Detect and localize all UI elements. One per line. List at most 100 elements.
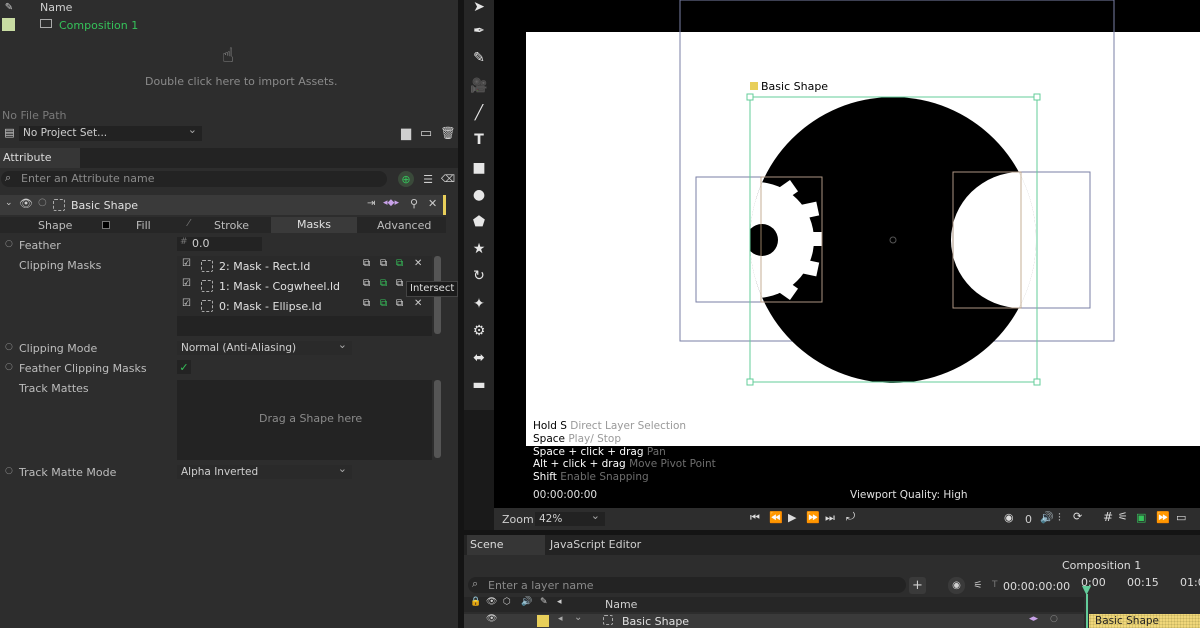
star-tool-icon[interactable]: ★ (470, 240, 488, 258)
mask-remove-icon[interactable]: ✕ (414, 258, 422, 269)
import-hint[interactable]: Double click here to import Assets. (145, 75, 337, 88)
line-tool-icon[interactable]: ╱ (470, 104, 488, 122)
filter-icon[interactable]: ☰ (420, 171, 436, 187)
collapse-icon[interactable]: ⌄ (5, 198, 13, 208)
mask-mode-intersect-icon[interactable]: ⧉ (396, 298, 403, 309)
layer-keyframe-icon[interactable]: ◂▸ (1029, 614, 1038, 624)
attribute-search-input[interactable]: ⌕ Enter an Attribute name (1, 171, 387, 187)
add-attribute-icon[interactable]: ⊕ (398, 171, 414, 187)
tab-scene-window[interactable]: Scene Window (467, 535, 545, 571)
effect-column-icon[interactable]: ✎ (540, 597, 548, 607)
gear-tool-icon[interactable]: ⚙ (470, 322, 488, 340)
layer-header[interactable]: ⌄ 👁 ○ Basic Shape ⇥ ◂◆▸ ⚲ ✕ (0, 195, 446, 215)
mask-enabled-icon[interactable]: ☑ (182, 258, 191, 269)
timeline-timecode[interactable]: 00:00:00:00 (1003, 580, 1070, 593)
pen-tool-icon[interactable]: ✒ (470, 22, 488, 40)
keyframe-nav-icon[interactable]: ◂◆▸ (383, 198, 399, 208)
audio-icon[interactable]: 🔊 (1040, 511, 1054, 524)
folder-icon[interactable]: ▆ (398, 125, 414, 141)
timeline-options-icon[interactable]: ⚟ (971, 578, 985, 592)
layer-search-input[interactable]: ⌕ Enter a layer name (468, 577, 906, 593)
mask-row[interactable]: ☑ 1: Mask - Cogwheel.ld ⧉ ⧉ ⧉ (177, 276, 432, 296)
mask-mode-add-icon[interactable]: ⧉ (363, 278, 370, 289)
play-icon[interactable]: ▶ (788, 511, 796, 524)
layer-solo-icon[interactable]: ○ (1050, 614, 1058, 624)
solo-mode-icon[interactable]: ◉ (948, 577, 965, 594)
mask-row[interactable]: ☑ 2: Mask - Rect.ld ⧉ ⧉ ⧉ ✕ (177, 256, 432, 276)
rectangle-tool-icon[interactable]: ■ (470, 159, 488, 177)
visibility-icon[interactable]: 👁 (19, 197, 33, 210)
mask-mode-add-icon[interactable]: ⧉ (363, 298, 370, 309)
tab-fill[interactable]: Fill (136, 219, 151, 232)
solo-icon[interactable]: ○ (38, 197, 47, 208)
layer-matte-icon[interactable]: ◂ (558, 614, 563, 624)
mask-enabled-icon[interactable]: ☑ (182, 298, 191, 309)
tab-javascript-editor[interactable]: JavaScript Editor (550, 535, 641, 555)
add-layer-button[interactable]: + (909, 577, 926, 594)
track-mattes-scrollbar[interactable] (433, 380, 442, 460)
monitor-icon[interactable]: ▭ (418, 125, 434, 141)
pin-icon[interactable]: ✎ (2, 0, 16, 14)
camera-tool-icon[interactable]: 🎥 (470, 77, 488, 95)
grid-icon[interactable]: # (1103, 510, 1113, 524)
mask-enabled-icon[interactable]: ☑ (182, 278, 191, 289)
feather-input[interactable]: # 0.0 (177, 237, 262, 251)
snap-icon[interactable]: ⚟ (1118, 510, 1128, 523)
refresh-icon[interactable]: ⟳ (1073, 510, 1082, 523)
tab-attribute-editor[interactable]: Attribute Editor (0, 148, 80, 184)
pin-layer-icon[interactable]: ⚲ (410, 197, 418, 210)
layer-mode-icon[interactable]: ⇥ (367, 198, 375, 209)
tab-stroke[interactable]: Stroke (214, 219, 249, 232)
step-forward-icon[interactable]: ⏩ (806, 511, 820, 524)
loop-icon[interactable]: ⤾ (846, 510, 855, 524)
display-mode-icon[interactable]: ▣ (1136, 511, 1146, 524)
tab-masks[interactable]: Masks (271, 217, 357, 233)
text-tool-icon[interactable]: T (470, 131, 488, 149)
clear-icon[interactable]: ⌫ (440, 171, 456, 187)
layer-row[interactable]: 👁 ◂ ⌄ Basic Shape ◂▸ ○ (464, 612, 1084, 628)
tab-advanced[interactable]: Advanced (377, 219, 431, 232)
polygon-tool-icon[interactable]: ⬟ (470, 213, 488, 231)
eye-icon[interactable]: 👁 (486, 597, 497, 607)
sparkle-tool-icon[interactable]: ✦ (470, 295, 488, 313)
step-back-icon[interactable]: ⏪ (769, 511, 783, 524)
feather-clipping-checkbox[interactable]: ✓ (177, 360, 191, 374)
trash-icon[interactable]: 🗑 (440, 125, 456, 141)
ellipse-tool-icon[interactable]: ● (470, 186, 488, 204)
select-tool-icon[interactable]: ➤ (470, 0, 488, 16)
feather-radio-icon[interactable]: ○ (5, 239, 13, 249)
project-list-icon[interactable]: ▤ (3, 126, 16, 139)
mask-remove-icon[interactable]: ✕ (414, 298, 422, 309)
project-select[interactable]: No Project Set... (19, 123, 202, 141)
mask-row[interactable]: ☑ 0: Mask - Ellipse.ld ⧉ ⧉ ⧉ ✕ (177, 296, 432, 316)
record-icon[interactable]: ◉ (1004, 511, 1014, 524)
resize-tool-icon[interactable]: ⬌ (470, 349, 488, 367)
mask-mode-subtract-icon[interactable]: ⧉ (380, 278, 387, 289)
mask-mode-subtract-icon[interactable]: ⧉ (380, 258, 387, 269)
layer-expand-icon[interactable]: ⌄ (574, 612, 582, 623)
layer-visibility-icon[interactable]: 👁 (486, 614, 497, 624)
pill-tool-icon[interactable]: ▬ (470, 376, 488, 394)
mask-mode-subtract-icon[interactable]: ⧉ (380, 298, 387, 309)
go-end-icon[interactable]: ⏭ (825, 511, 835, 525)
motion-blur-icon[interactable]: ⫶ (1058, 511, 1061, 525)
lock-icon[interactable]: 🔒 (470, 597, 481, 607)
mask-mode-intersect-icon[interactable]: ⧉ (396, 258, 403, 269)
feather-clipping-radio-icon[interactable]: ○ (5, 362, 13, 372)
composition-item[interactable]: Composition 1 (59, 19, 138, 32)
matte-column-icon[interactable]: ◂ (557, 597, 562, 607)
fullscreen-icon[interactable]: ▭ (1176, 511, 1186, 524)
fast-forward-icon[interactable]: ⏩ (1156, 511, 1170, 524)
track-matte-mode-select[interactable]: Alpha Inverted (177, 462, 352, 479)
mask-mode-intersect-icon[interactable]: ⧉ (396, 278, 403, 289)
clipping-mode-radio-icon[interactable]: ○ (5, 342, 13, 352)
audio-column-icon[interactable]: 🔊 (521, 597, 532, 607)
spiral-tool-icon[interactable]: ↻ (470, 267, 488, 285)
clipping-mode-select[interactable]: Normal (Anti-Aliasing) (177, 338, 352, 355)
timeline-clip[interactable]: Basic Shape (1089, 614, 1200, 628)
go-start-icon[interactable]: ⏮ (750, 511, 760, 525)
cube-icon[interactable]: ⬡ (503, 597, 511, 607)
zoom-select[interactable]: 42% (535, 509, 605, 526)
track-matte-mode-radio-icon[interactable]: ○ (5, 466, 13, 476)
pencil-tool-icon[interactable]: ✎ (470, 49, 488, 67)
